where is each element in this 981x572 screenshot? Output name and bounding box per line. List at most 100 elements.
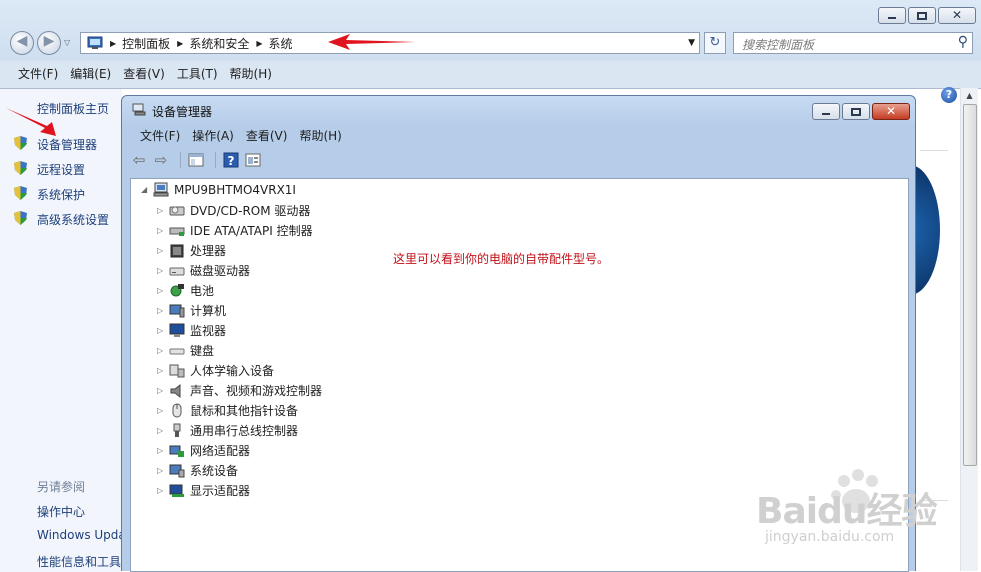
help-icon[interactable]: ?	[222, 151, 240, 169]
refresh-icon: ↻	[709, 35, 721, 50]
search-placeholder: 搜索控制面板	[742, 38, 815, 52]
dialog-menu-help[interactable]: 帮助(H)	[293, 126, 347, 146]
expand-icon[interactable]: ▷	[157, 486, 165, 495]
dialog-menu-action[interactable]: 操作(A)	[186, 126, 240, 146]
expand-icon[interactable]: ▷	[157, 366, 165, 375]
tree-item-system-device[interactable]: ▷ 系统设备	[157, 462, 238, 479]
annotation-text: 这里可以看到你的电脑的自带配件型号。	[393, 252, 610, 266]
maximize-icon	[851, 108, 861, 116]
breadcrumb-control-panel[interactable]: 控制面板	[122, 35, 170, 52]
sidebar: 控制面板主页 设备管理器 远程设置 系统保护 高级系统设置 另请参阅 操作中心 …	[0, 89, 126, 572]
expand-icon[interactable]: ▷	[157, 266, 165, 275]
tree-item-monitor[interactable]: ▷ 监视器	[157, 322, 226, 339]
back-icon[interactable]: ⇦	[130, 151, 148, 169]
dialog-menu-file[interactable]: 文件(F)	[134, 126, 186, 146]
see-also-action-center[interactable]: 操作中心	[37, 503, 85, 520]
expand-icon[interactable]: ▷	[157, 326, 165, 335]
refresh-button[interactable]: ↻	[704, 32, 726, 54]
tree-item-label: IDE ATA/ATAPI 控制器	[190, 224, 313, 238]
dialog-close-button[interactable]: ✕	[872, 103, 910, 120]
sidebar-item-system-protection[interactable]: 系统保护	[37, 186, 85, 203]
shield-icon	[14, 186, 27, 200]
tree-item-hid[interactable]: ▷ 人体学输入设备	[157, 362, 274, 379]
tree-item-label: 处理器	[190, 244, 227, 258]
tree-item-ide-controller[interactable]: ▷ IDE ATA/ATAPI 控制器	[157, 222, 313, 239]
tree-item-disk-drive[interactable]: ▷ 磁盘驱动器	[157, 262, 250, 279]
tree-item-computer[interactable]: ▷ 计算机	[157, 302, 226, 319]
tree-item-label: 通用串行总线控制器	[190, 424, 299, 438]
tree-root[interactable]: ◢ MPU9BHTMO4VRX1I	[141, 182, 296, 197]
dialog-menu-view[interactable]: 查看(V)	[240, 126, 294, 146]
expand-icon[interactable]: ▷	[157, 346, 165, 355]
hid-icon	[169, 364, 185, 378]
menu-tools[interactable]: 工具(T)	[171, 64, 224, 84]
system-device-icon	[169, 464, 185, 478]
back-button[interactable]: ◀	[10, 31, 34, 55]
maximize-icon	[917, 12, 927, 20]
mouse-icon	[172, 403, 182, 418]
menu-edit[interactable]: 编辑(E)	[64, 64, 117, 84]
close-icon: ✕	[885, 104, 897, 118]
breadcrumb-system[interactable]: 系统	[269, 35, 293, 52]
expand-icon[interactable]: ▷	[157, 206, 165, 215]
menu-file[interactable]: 文件(F)	[12, 64, 64, 84]
sidebar-item-remote-settings[interactable]: 远程设置	[37, 161, 85, 178]
tree-item-label: 监视器	[190, 324, 227, 338]
help-icon[interactable]: ?	[941, 87, 957, 103]
minimize-button[interactable]	[878, 7, 906, 24]
properties-icon[interactable]	[244, 151, 262, 169]
computer-icon	[169, 304, 185, 318]
processor-icon	[170, 244, 184, 258]
tree-item-display-adapter[interactable]: ▷ 显示适配器	[157, 482, 250, 499]
dialog-maximize-button[interactable]	[842, 103, 870, 120]
expand-icon[interactable]: ▷	[157, 226, 165, 235]
search-box[interactable]: 搜索控制面板 ⚲	[733, 32, 973, 54]
expand-icon[interactable]: ▷	[157, 466, 165, 475]
tree-item-network-adapter[interactable]: ▷ 网络适配器	[157, 442, 250, 459]
tree-item-dvd-drive[interactable]: ▷ DVD/CD-ROM 驱动器	[157, 202, 310, 219]
collapse-icon[interactable]: ◢	[141, 185, 149, 194]
forward-button[interactable]: ▶	[37, 31, 61, 55]
see-also-windows-update[interactable]: Windows Upda	[37, 528, 126, 542]
close-button[interactable]: ✕	[938, 7, 976, 24]
expand-icon[interactable]: ▷	[157, 306, 165, 315]
dialog-caption-buttons: ✕	[810, 103, 910, 120]
menu-view[interactable]: 查看(V)	[117, 64, 171, 84]
expand-icon[interactable]: ▷	[157, 426, 165, 435]
recent-pages-chevron-icon[interactable]: ▽	[64, 38, 70, 47]
scroll-up-icon[interactable]: ▲	[961, 88, 978, 104]
breadcrumb-system-security[interactable]: 系统和安全	[189, 35, 249, 52]
computer-root-icon	[153, 182, 169, 197]
search-icon[interactable]: ⚲	[958, 34, 968, 50]
menu-help[interactable]: 帮助(H)	[224, 64, 278, 84]
tree-item-sound[interactable]: ▷ 声音、视频和游戏控制器	[157, 382, 322, 399]
dialog-minimize-button[interactable]	[812, 103, 840, 120]
expand-icon[interactable]: ▷	[157, 286, 165, 295]
tree-item-keyboard[interactable]: ▷ 键盘	[157, 342, 214, 359]
tree-item-label: 磁盘驱动器	[190, 264, 251, 278]
maximize-button[interactable]	[908, 7, 936, 24]
tree-item-mouse[interactable]: ▷ 鼠标和其他指针设备	[157, 402, 298, 419]
forward-icon[interactable]: ⇨	[152, 151, 170, 169]
divider	[920, 150, 948, 151]
scrollbar-thumb[interactable]	[963, 104, 977, 466]
show-hide-console-tree-icon[interactable]	[187, 151, 205, 169]
sidebar-item-advanced-settings[interactable]: 高级系统设置	[37, 211, 109, 228]
tree-item-usb[interactable]: ▷ 通用串行总线控制器	[157, 422, 298, 439]
expand-icon[interactable]: ▷	[157, 446, 165, 455]
tree-item-processor[interactable]: ▷ 处理器	[157, 242, 226, 259]
network-adapter-icon	[169, 445, 184, 457]
tree-item-battery[interactable]: ▷ 电池	[157, 282, 214, 299]
watermark-url: jingyan.baidu.com	[765, 529, 895, 545]
address-dropdown-icon[interactable]: ▼	[688, 38, 695, 48]
expand-icon[interactable]: ▷	[157, 406, 165, 415]
red-arrow-icon	[328, 34, 416, 50]
expand-icon[interactable]: ▷	[157, 246, 165, 255]
expand-icon[interactable]: ▷	[157, 386, 165, 395]
ide-controller-icon	[169, 227, 185, 236]
tree-item-label: 声音、视频和游戏控制器	[190, 384, 323, 398]
navigation-bar: ◀ ▶ ▽ ▶ 控制面板 ▶ 系统和安全 ▶ 系统 ▼ ↻ 搜索控制面板 ⚲	[0, 30, 981, 58]
toolbar-separator	[215, 152, 216, 168]
sound-icon	[170, 383, 181, 398]
see-also-performance[interactable]: 性能信息和工具	[37, 553, 121, 570]
